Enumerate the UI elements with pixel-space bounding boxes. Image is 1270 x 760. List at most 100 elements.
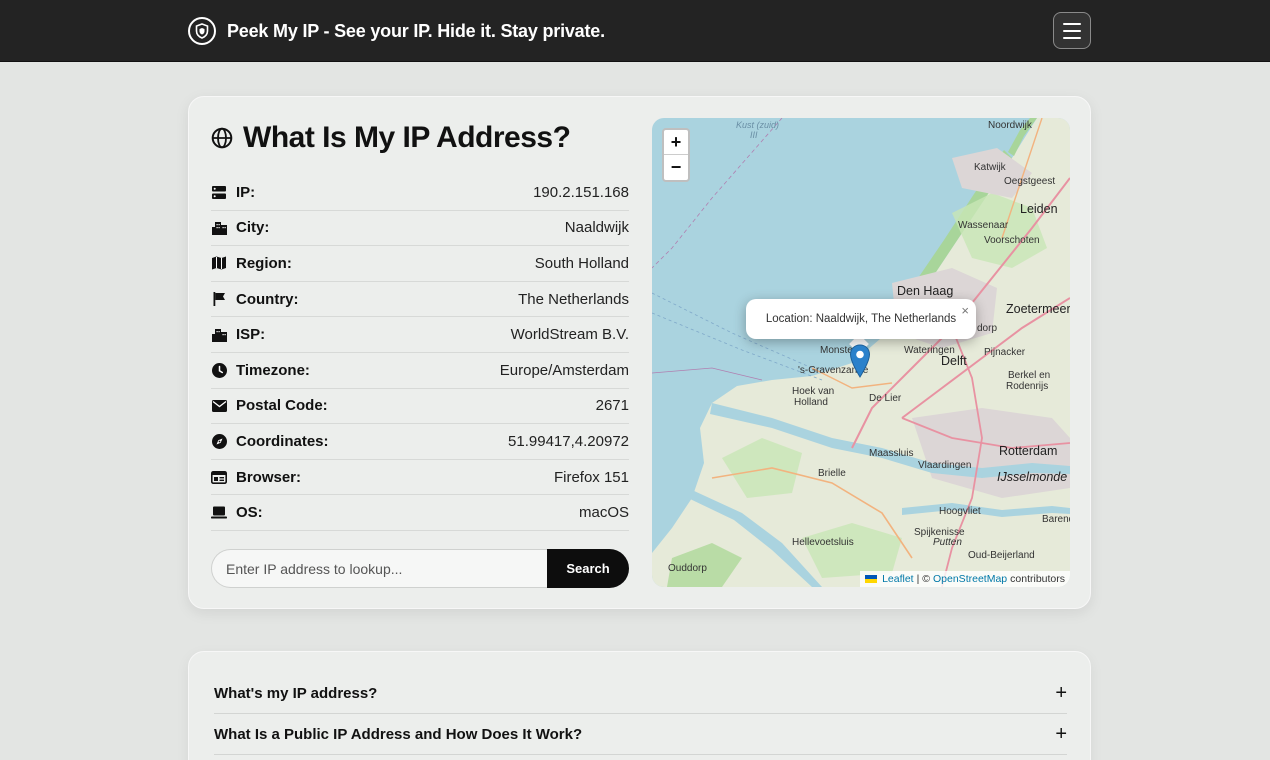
ip-lookup-form: Search [211,549,629,588]
faq-question: What Is a Public IP Address and How Does… [214,725,583,743]
map-label: Rodenrijs [1006,381,1049,392]
map-label: Putten [933,537,962,548]
map-attribution: Leaflet | © OpenStreetMap contributors [860,571,1070,587]
map-icon [211,255,227,271]
row-label: Browser: [236,468,302,486]
server-icon [211,184,227,200]
menu-toggle-button[interactable] [1053,12,1091,49]
zoom-control: + − [662,128,690,182]
map-label: III [750,130,758,140]
globe-icon [211,127,233,149]
attribution-suffix: contributors [1010,573,1065,585]
map-label: dorp [977,323,998,334]
ip-lookup-input[interactable] [211,549,547,588]
flag-icon [211,291,227,307]
laptop-icon [211,505,227,521]
search-button[interactable]: Search [547,549,629,588]
location-popup: Location: Naaldwijk, The Netherlands × [746,299,976,339]
faq-item[interactable]: What Is a Public IP Address and How Does… [214,714,1067,755]
map-label: Maassluis [869,448,914,459]
map-label: Delft [941,354,967,368]
row-label: OS: [236,504,263,522]
clock-icon [211,362,227,378]
row-label: Region: [236,254,292,272]
compass-icon [211,433,227,449]
country-value: The Netherlands [518,290,629,308]
postal-code-value: 2671 [595,397,629,415]
faq-item[interactable]: What's my IP address? + [214,673,1067,714]
postal-code-row: Postal Code: 2671 [211,389,629,425]
location-marker-icon[interactable] [849,344,871,378]
browser-row: Browser: Firefox 151 [211,460,629,496]
map-label: Ouddorp [668,563,707,574]
map-label: Pijnacker [984,347,1026,358]
map-label: Den Haag [897,284,954,298]
page-title: What Is My IP Address? [243,121,571,154]
map-label: Kust (zuid) [736,120,780,130]
browser-icon [211,469,227,485]
country-row: Country: The Netherlands [211,282,629,318]
popup-text: Location: Naaldwijk, The Netherlands [765,313,957,325]
plus-icon: + [1055,722,1067,745]
map-label: De Lier [869,393,902,404]
browser-value: Firefox 151 [553,468,629,486]
row-label: Coordinates: [236,432,329,450]
map-label: Brielle [818,468,846,479]
isp-value: WorldStream B.V. [510,326,629,344]
faq-question: What's my IP address? [214,684,378,702]
map-label: Rotterdam [999,444,1058,458]
attribution-separator: | © [916,573,930,585]
map-label: Oegstgeest [1004,176,1056,187]
zoom-in-button[interactable]: + [664,130,688,155]
map-label: Berkel en [1008,370,1051,381]
os-row: OS: macOS [211,495,629,531]
row-label: Country: [236,290,299,308]
ukraine-flag-icon [865,575,878,583]
city-value: Naaldwijk [564,219,629,237]
map-label: Vlaardingen [918,460,972,471]
ip-row: IP: 190.2.151.168 [211,175,629,211]
timezone-value: Europe/Amsterdam [499,361,629,379]
leaflet-link[interactable]: Leaflet [882,573,914,585]
map-label: Noordwijk [988,120,1032,131]
shield-icon [188,17,216,45]
building-icon [211,327,227,343]
map-label: IJsselmonde [997,470,1068,484]
coordinates-value: 51.99417,4.20972 [508,432,629,450]
faq-section: What's my IP address? + What Is a Public… [188,651,1091,760]
openstreetmap-link[interactable]: OpenStreetMap [933,573,1007,585]
envelope-icon [211,398,227,414]
map-label: Zoetermeer [1006,302,1070,316]
region-row: Region: South Holland [211,246,629,282]
isp-row: ISP: WorldStream B.V. [211,317,629,353]
map-label: Holland [794,397,828,408]
card-heading: What Is My IP Address? [211,121,571,155]
hamburger-menu-icon [1063,22,1081,25]
map-label: Wassenaar [958,220,1009,231]
city-icon [211,220,227,236]
city-row: City: Naaldwijk [211,211,629,247]
ip-info-card: What Is My IP Address? IP: 190.2.151.168… [188,96,1091,609]
map-label: Leiden [1020,202,1058,216]
popup-close-button[interactable]: × [961,303,969,318]
ip-value: 190.2.151.168 [533,183,629,201]
row-label: IP: [236,183,256,201]
map-label: Barend [1042,514,1070,525]
brand-link[interactable]: Peek My IP - See your IP. Hide it. Stay … [188,16,605,46]
top-navbar: Peek My IP - See your IP. Hide it. Stay … [0,0,1270,62]
map-label: Oud-Beijerland [968,550,1035,561]
row-label: ISP: [236,326,266,344]
map-label: Katwijk [974,162,1006,173]
region-value: South Holland [534,254,629,272]
plus-icon: + [1055,681,1067,704]
location-map[interactable]: Kust (zuid) III Noordwijk Katwijk Oegstg… [652,118,1070,587]
row-label: Postal Code: [236,397,328,415]
map-label: Hoogvliet [939,506,981,517]
map-label: Voorschoten [984,235,1040,246]
row-label: Timezone: [236,361,310,379]
timezone-row: Timezone: Europe/Amsterdam [211,353,629,389]
zoom-out-button[interactable]: − [664,155,688,180]
map-label: Hellevoetsluis [792,537,854,548]
coordinates-row: Coordinates: 51.99417,4.20972 [211,424,629,460]
site-title: Peek My IP - See your IP. Hide it. Stay … [227,20,605,41]
